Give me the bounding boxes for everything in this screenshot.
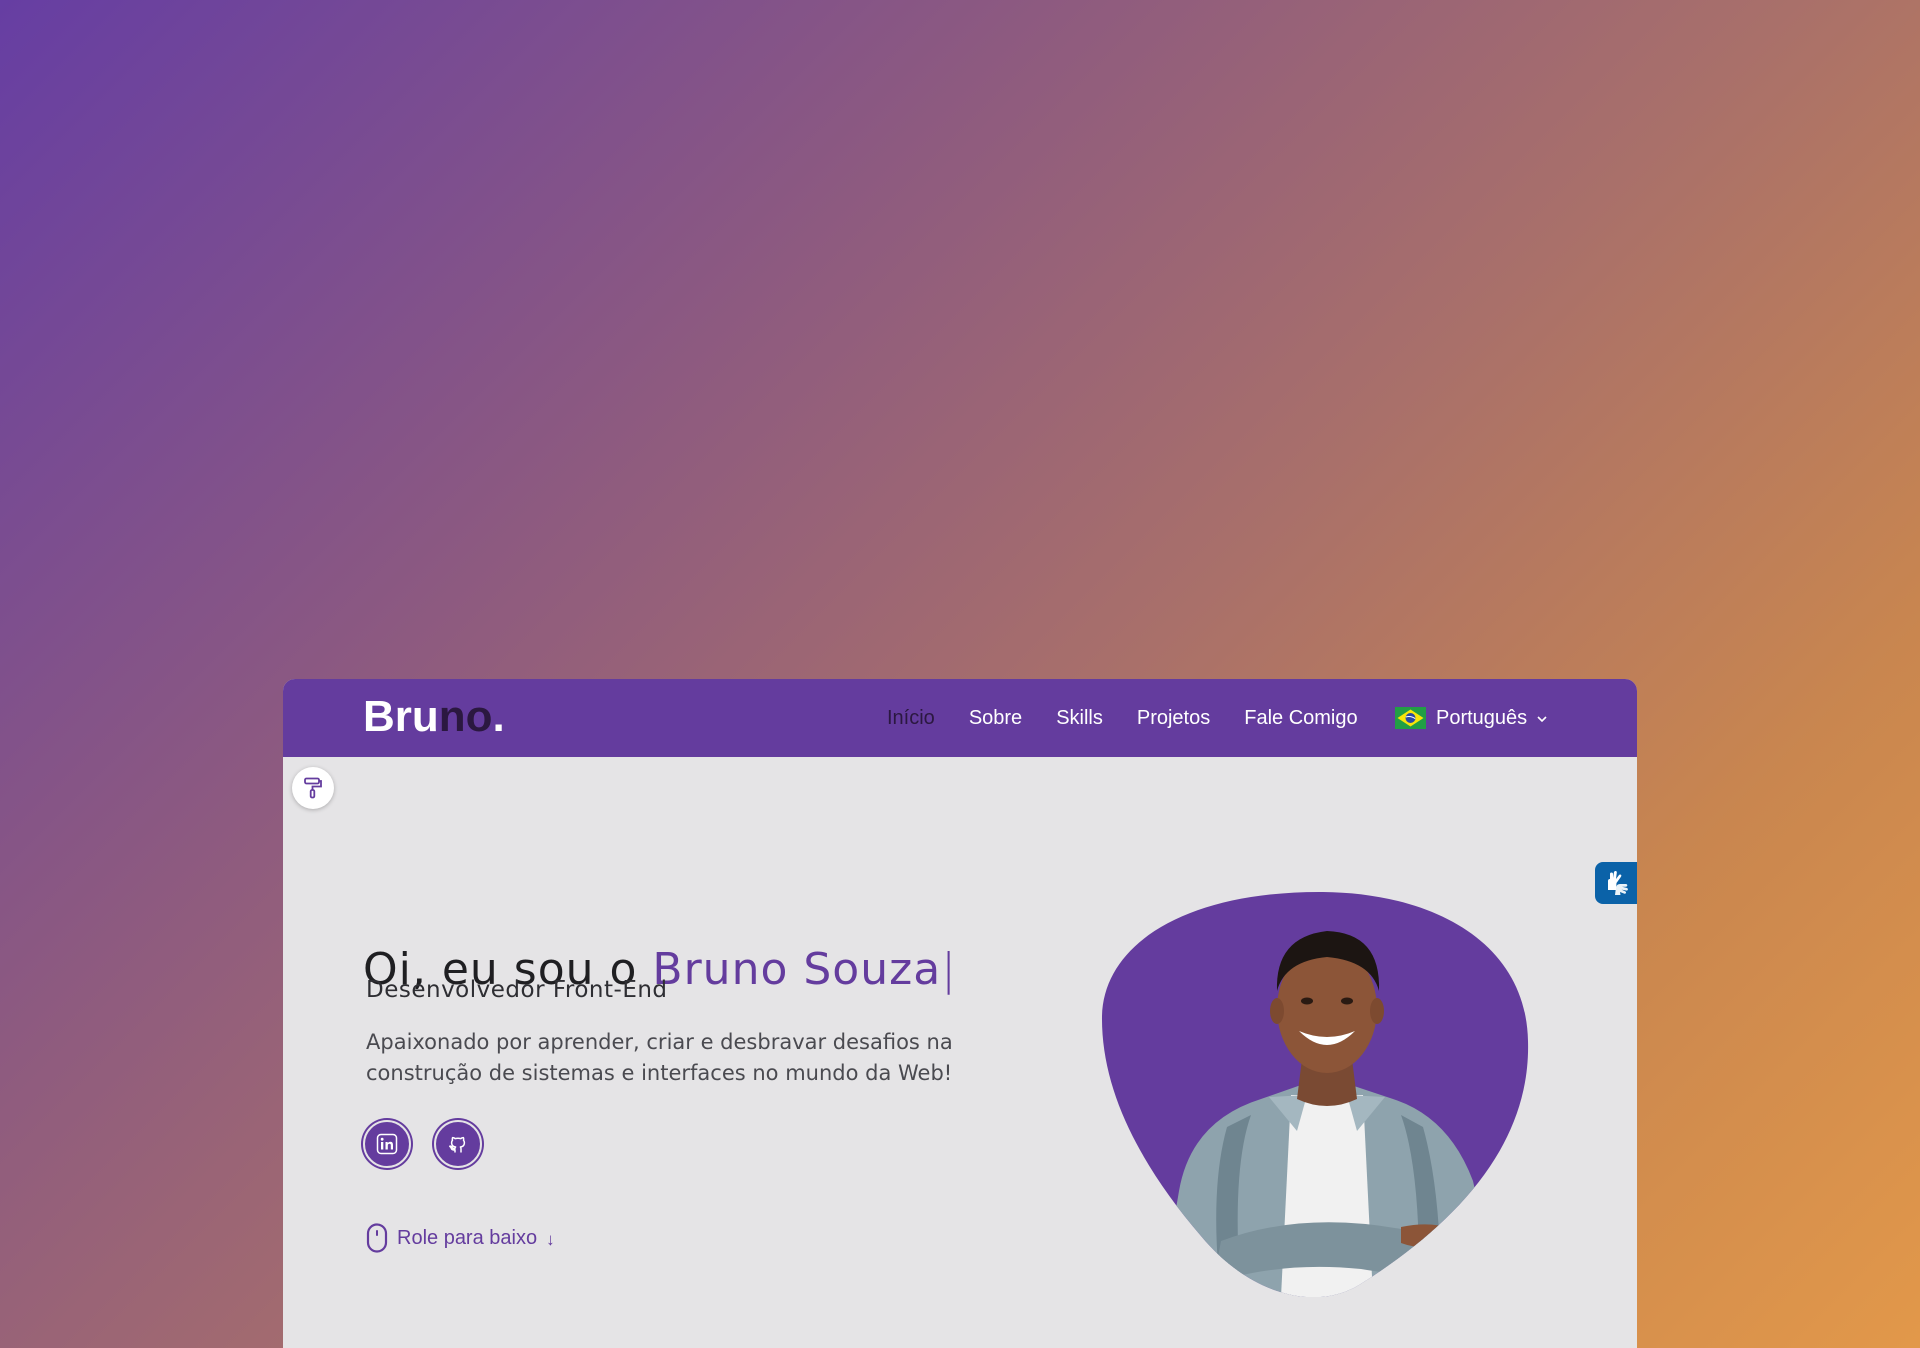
- navbar: Bruno. Início Sobre Skills Projetos Fale…: [283, 679, 1637, 757]
- github-button[interactable]: [434, 1120, 482, 1168]
- hero-description: Apaixonado por aprender, criar e desbrav…: [366, 1030, 953, 1085]
- language-selector[interactable]: Português: [1395, 701, 1547, 735]
- mouse-icon: [366, 1223, 388, 1253]
- logo[interactable]: Bruno.: [363, 689, 505, 745]
- nav-link-fale-comigo[interactable]: Fale Comigo: [1244, 707, 1357, 730]
- vlibras-accessibility-button[interactable]: [1595, 862, 1637, 904]
- nav-link-projetos[interactable]: Projetos: [1137, 707, 1210, 730]
- logo-dot: .: [492, 692, 505, 741]
- typing-caret: |: [941, 944, 957, 996]
- arrow-down-icon: ↓: [546, 1230, 555, 1249]
- scroll-down-label: Role para baixo: [397, 1226, 538, 1249]
- logo-part-1: Bru: [363, 692, 439, 741]
- linkedin-button[interactable]: [363, 1120, 411, 1168]
- logo-part-2: no: [438, 692, 493, 741]
- nav-link-skills[interactable]: Skills: [1056, 707, 1103, 730]
- github-icon: [449, 1136, 466, 1153]
- chevron-down-icon: [1537, 711, 1547, 726]
- hero-role: Desenvolvedor Front-End: [366, 977, 668, 1003]
- brazil-flag-icon: [1395, 707, 1426, 729]
- profile-avatar-image: [1101, 891, 1529, 1298]
- theme-toggle-button[interactable]: [292, 767, 334, 809]
- nav-link-sobre[interactable]: Sobre: [969, 707, 1022, 730]
- nav-menu: Início Sobre Skills Projetos Fale Comigo: [887, 679, 1392, 757]
- sign-language-hands-icon: [1608, 870, 1628, 895]
- browser-window: Bruno. Início Sobre Skills Projetos Fale…: [283, 679, 1637, 1348]
- language-label: Português: [1436, 706, 1528, 729]
- hero-name: Bruno Souza: [652, 944, 942, 996]
- scroll-down-link[interactable]: Role para baixo ↓: [366, 1223, 555, 1253]
- profile-photo: [1101, 891, 1533, 1298]
- paint-roller-icon: [304, 777, 322, 799]
- linkedin-icon: [376, 1133, 398, 1155]
- nav-link-inicio[interactable]: Início: [887, 707, 935, 730]
